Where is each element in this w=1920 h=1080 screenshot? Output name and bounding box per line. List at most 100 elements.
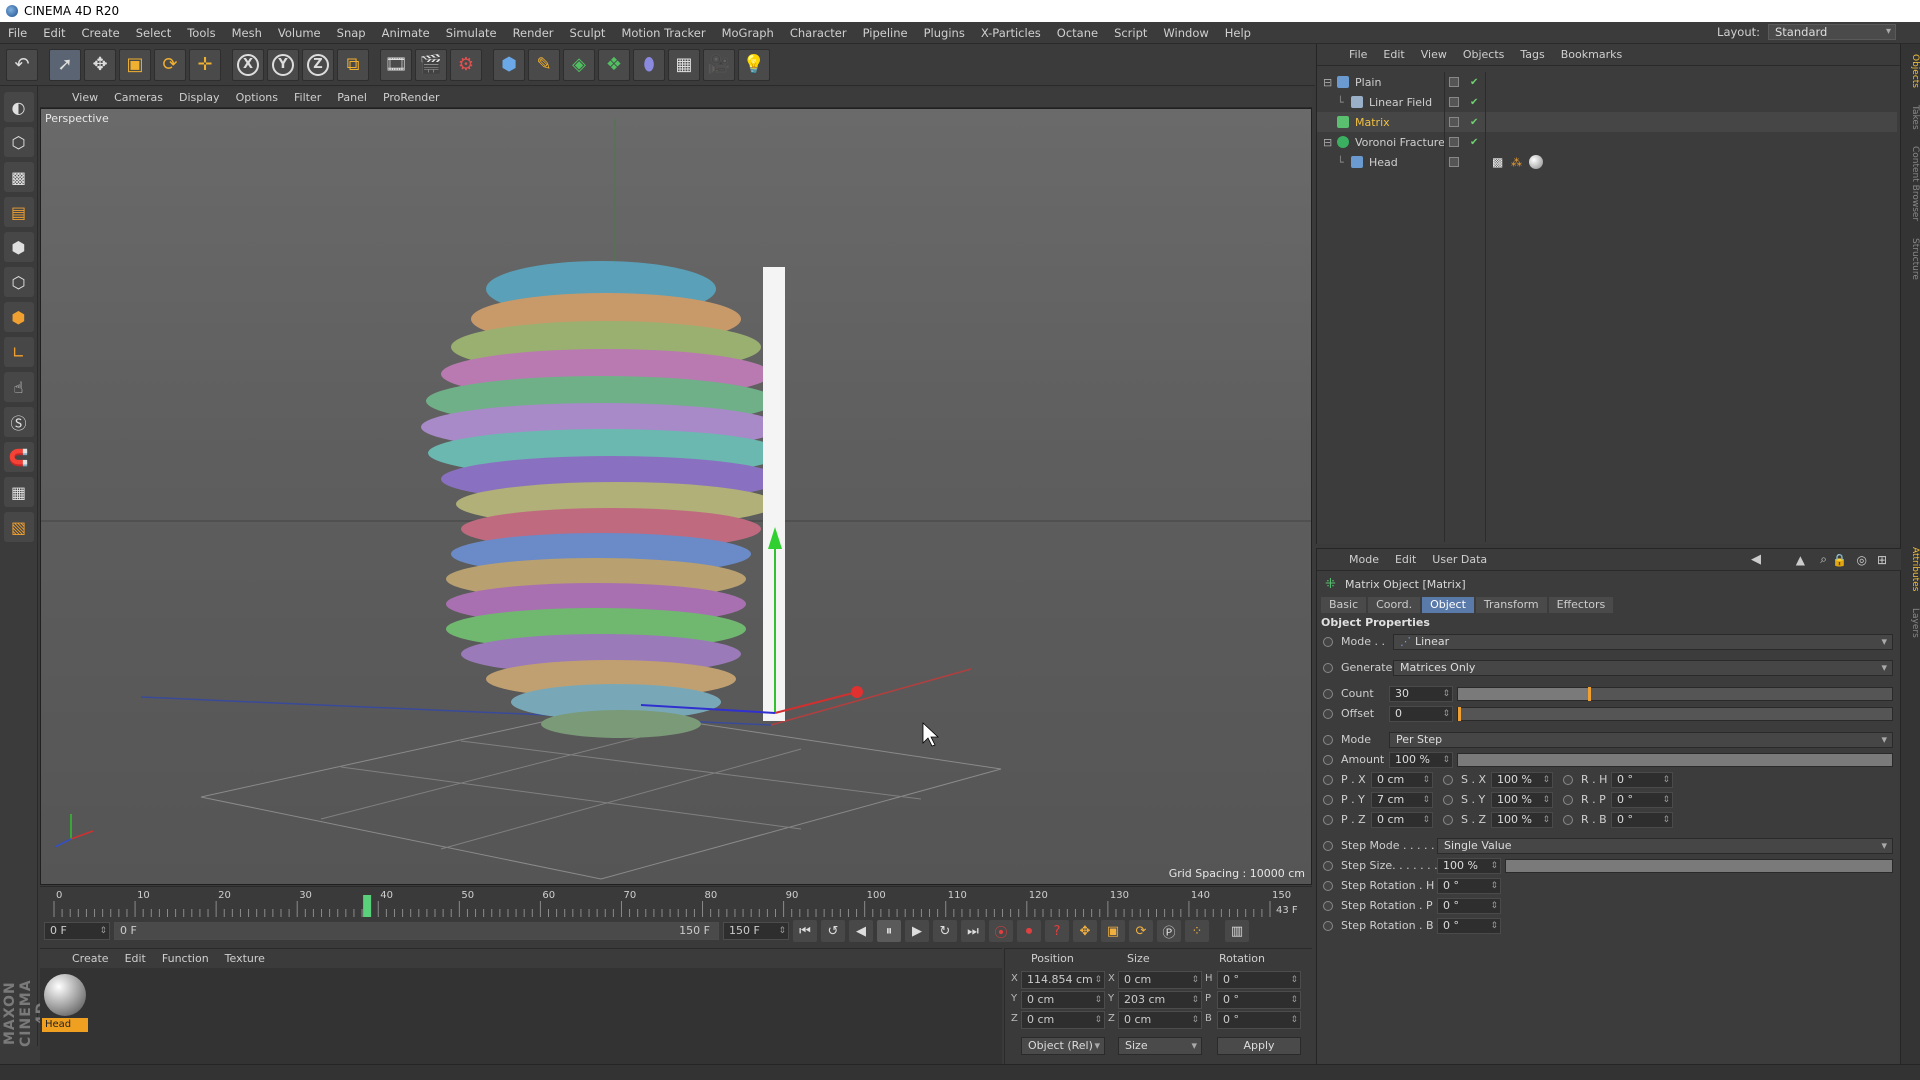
go-to-previous-key-icon[interactable]: ↺: [821, 920, 845, 942]
viewport-menu-options[interactable]: Options: [228, 91, 286, 104]
tab-structure[interactable]: Structure: [1910, 238, 1920, 280]
autokeying-icon[interactable]: ⏺: [1017, 920, 1041, 942]
back-arrow-icon[interactable]: ◀: [1751, 552, 1761, 567]
mode-dropdown[interactable]: ⋰ Linear: [1393, 634, 1893, 650]
pause-icon[interactable]: ⏸: [877, 920, 901, 942]
subdivision-icon[interactable]: ◈: [563, 48, 595, 81]
enabled-check-icon[interactable]: ✔: [1470, 117, 1478, 128]
offset-slider-knob[interactable]: [1458, 707, 1461, 721]
objects-menu-view[interactable]: View: [1413, 48, 1455, 61]
expand-icon[interactable]: ⊟: [1323, 76, 1337, 89]
snap-icon[interactable]: 🧲: [3, 442, 34, 472]
menu-x-particles[interactable]: X-Particles: [973, 26, 1049, 40]
count-slider-knob[interactable]: [1588, 687, 1592, 701]
menu-select[interactable]: Select: [128, 26, 179, 40]
animate-dot-icon[interactable]: [1323, 815, 1333, 825]
object-row-voronoi-fracture[interactable]: ⊟ Voronoi Fracture ✔: [1317, 132, 1897, 152]
tab-objects[interactable]: Objects: [1910, 54, 1920, 88]
move-icon[interactable]: ✥: [84, 48, 116, 81]
new-manager-icon[interactable]: ⊞: [1877, 553, 1887, 567]
rotation-key-icon[interactable]: ⟳: [1129, 920, 1153, 942]
menu-character[interactable]: Character: [782, 26, 855, 40]
pen-icon[interactable]: ✎: [528, 48, 560, 81]
render-picture-viewer-icon[interactable]: 🎬: [415, 48, 447, 81]
visibility-toggle[interactable]: [1449, 157, 1459, 167]
search-icon[interactable]: ⌕: [1820, 552, 1827, 567]
coord-size-dropdown[interactable]: Size: [1118, 1037, 1202, 1055]
target-icon[interactable]: ◎: [1857, 553, 1867, 567]
texture-mode-icon[interactable]: ▩: [3, 162, 34, 192]
enabled-check-icon[interactable]: ✔: [1470, 77, 1478, 88]
tab-layers[interactable]: Layers: [1910, 608, 1920, 638]
rh-field[interactable]: 0 °: [1611, 772, 1673, 788]
material-name-label[interactable]: Head: [42, 1018, 88, 1032]
step-size-field[interactable]: 100 %: [1437, 858, 1501, 874]
tab-transform[interactable]: Transform: [1475, 597, 1547, 613]
menu-create[interactable]: Create: [74, 26, 128, 40]
planar-workplane-icon[interactable]: ▧: [3, 512, 34, 542]
viewport-menu-cameras[interactable]: Cameras: [106, 91, 171, 104]
animate-dot-icon[interactable]: [1443, 795, 1453, 805]
object-row-linear-field[interactable]: └ Linear Field ✔: [1317, 92, 1897, 112]
workplane-lock-icon[interactable]: ▦: [3, 477, 34, 507]
amount-field[interactable]: 100 %: [1389, 752, 1453, 768]
render-view-icon[interactable]: 🎞: [380, 48, 412, 81]
axis-mode-icon[interactable]: ∟: [3, 337, 34, 367]
timeline-window-icon[interactable]: ▥: [1225, 920, 1249, 942]
end-frame-field[interactable]: 150 F: [723, 922, 789, 940]
animate-dot-icon[interactable]: [1443, 815, 1453, 825]
step-rotation-p-field[interactable]: 0 °: [1437, 898, 1501, 914]
coord-pos-x-field[interactable]: 114.854 cm: [1021, 971, 1105, 989]
edges-mode-icon[interactable]: ⬡: [3, 267, 34, 297]
attr-menu-mode[interactable]: Mode: [1341, 553, 1387, 566]
menu-window[interactable]: Window: [1155, 26, 1216, 40]
objects-menu-objects[interactable]: Objects: [1455, 48, 1513, 61]
count-field[interactable]: 30: [1389, 686, 1453, 702]
step-rotation-h-field[interactable]: 0 °: [1437, 878, 1501, 894]
camera-icon[interactable]: 🎥: [703, 48, 735, 81]
menu-file[interactable]: File: [0, 26, 35, 40]
keyframe-selection-icon[interactable]: ?: [1045, 920, 1069, 942]
parameter-key-icon[interactable]: Ⓟ: [1157, 920, 1181, 942]
attr-menu-edit[interactable]: Edit: [1387, 553, 1424, 566]
next-frame-icon[interactable]: ▶: [905, 920, 929, 942]
visibility-toggle[interactable]: [1449, 77, 1459, 87]
tab-effectors[interactable]: Effectors: [1548, 597, 1614, 613]
step-rotation-b-field[interactable]: 0 °: [1437, 918, 1501, 934]
menu-help[interactable]: Help: [1217, 26, 1259, 40]
animate-dot-icon[interactable]: [1563, 775, 1573, 785]
tab-object[interactable]: Object: [1422, 597, 1474, 613]
coord-apply-button[interactable]: Apply: [1217, 1037, 1301, 1055]
animate-dot-icon[interactable]: [1323, 663, 1333, 673]
tab-attributes[interactable]: Attributes: [1910, 547, 1920, 591]
menu-motion-tracker[interactable]: Motion Tracker: [613, 26, 713, 40]
objects-menu-file[interactable]: File: [1341, 48, 1375, 61]
px-field[interactable]: 0 cm: [1371, 772, 1433, 788]
cube-icon[interactable]: ⬢: [493, 48, 525, 81]
x-axis-icon[interactable]: X: [232, 48, 264, 81]
layout-dropdown[interactable]: Standard: [1768, 24, 1896, 40]
solo-icon[interactable]: Ⓢ: [3, 407, 34, 437]
lock-icon[interactable]: 🔒: [1832, 553, 1847, 567]
per-step-dropdown[interactable]: Per Step: [1389, 732, 1893, 748]
record-active-objects-icon[interactable]: ⦿: [989, 920, 1013, 942]
coord-rot-h-field[interactable]: 0 °: [1217, 971, 1301, 989]
coord-rot-p-field[interactable]: 0 °: [1217, 991, 1301, 1009]
step-size-slider[interactable]: [1505, 859, 1893, 873]
polygons-mode-icon[interactable]: ⬢: [3, 302, 34, 332]
offset-slider[interactable]: [1457, 707, 1893, 721]
rp-field[interactable]: 0 °: [1611, 792, 1673, 808]
coord-size-x-field[interactable]: 0 cm: [1118, 971, 1202, 989]
viewport-menu-display[interactable]: Display: [171, 91, 228, 104]
viewport-menu-prorender[interactable]: ProRender: [375, 91, 448, 104]
workplane-icon[interactable]: ▤: [3, 197, 34, 227]
material-menu-texture[interactable]: Texture: [217, 952, 273, 965]
material-menu-create[interactable]: Create: [64, 952, 117, 965]
material-preview-sphere[interactable]: [44, 974, 86, 1016]
expand-icon[interactable]: ⊟: [1323, 136, 1337, 149]
animate-dot-icon[interactable]: [1323, 735, 1333, 745]
menu-volume[interactable]: Volume: [270, 26, 329, 40]
menu-simulate[interactable]: Simulate: [438, 26, 505, 40]
z-axis-icon[interactable]: Z: [302, 48, 334, 81]
animate-dot-icon[interactable]: [1323, 709, 1333, 719]
